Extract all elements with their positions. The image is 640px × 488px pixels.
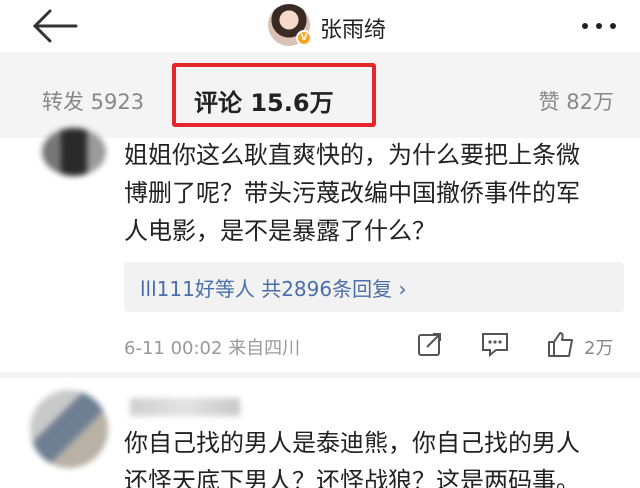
v-badge-icon: V (296, 30, 312, 46)
tab-repost[interactable]: 转发 5923 (42, 86, 144, 116)
reply-summary-label: lll111好等人 共2896条回复 › (140, 277, 407, 301)
stats-bar: 转发 5923 评论 15.6万 赞 82万 (0, 52, 640, 138)
comment-line: 你自己找的男人是泰迪熊，你自己找的男人 (124, 429, 580, 457)
comment-text: 姐姐你这么耿直爽快的，为什么要把上条微 博删了呢？带头污蔑改编中国撤侨事件的军 … (124, 136, 624, 250)
tab-comment[interactable]: 评论 15.6万 (194, 83, 334, 118)
comment-line: 博删了呢？带头污蔑改编中国撤侨事件的军 (124, 179, 580, 207)
username-blurred[interactable] (130, 398, 240, 416)
avatar[interactable] (42, 128, 106, 176)
tab-like[interactable]: 赞 82万 (539, 86, 614, 116)
avatar[interactable] (30, 390, 108, 468)
reply-summary-button[interactable]: lll111好等人 共2896条回复 › (124, 262, 624, 312)
page-title[interactable]: 张雨绮 (320, 12, 386, 44)
comment-icon[interactable] (480, 330, 510, 362)
share-icon[interactable] (416, 330, 444, 362)
like-count: 2万 (584, 338, 614, 359)
thumbs-up-icon[interactable] (546, 330, 576, 362)
comment-meta: 6-11 00:02 来自四川 (124, 338, 301, 359)
top-bar: V 张雨绮 (0, 0, 640, 52)
more-dots-icon[interactable] (578, 18, 622, 34)
divider (0, 372, 640, 378)
arrow-left-icon (32, 9, 78, 43)
back-button[interactable] (30, 8, 80, 44)
comment-line: 姐姐你这么耿直爽快的，为什么要把上条微 (124, 141, 580, 169)
comment-line: 还怪天底下男人？还怪战狼？这是两码事。 (124, 467, 580, 488)
comment-line: 人电影，是不是暴露了什么？ (124, 217, 436, 245)
comment-text: 你自己找的男人是泰迪熊，你自己找的男人 还怪天底下男人？还怪战狼？这是两码事。 (124, 424, 624, 488)
